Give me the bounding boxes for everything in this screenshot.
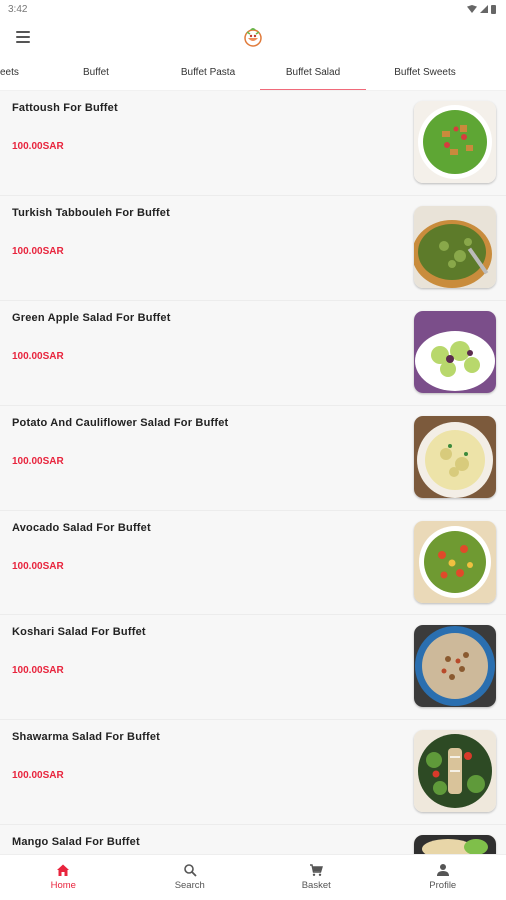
tab-buffet-salad[interactable]: Buffet Salad bbox=[260, 58, 366, 90]
avocado-salad-photo[interactable] bbox=[414, 520, 496, 603]
tab-sweets-partial[interactable]: eets bbox=[0, 58, 36, 90]
wifi-icon bbox=[467, 5, 477, 13]
product-card[interactable]: Mango Salad For Buffet bbox=[0, 825, 506, 854]
mango-salad-photo[interactable] bbox=[414, 835, 496, 854]
potato-salad-photo[interactable] bbox=[414, 415, 496, 498]
product-card[interactable]: Green Apple Salad For Buffet 100.00SAR bbox=[0, 301, 506, 406]
search-icon bbox=[183, 863, 197, 877]
product-card[interactable]: Fattoush For Buffet 100.00SAR bbox=[0, 91, 506, 196]
nav-profile[interactable]: Profile bbox=[380, 855, 506, 900]
category-tabs: eets Buffet Buffet Pasta Buffet Salad Buffet… bbox=[0, 58, 506, 91]
profile-icon bbox=[436, 863, 450, 877]
product-name: Green Apple Salad For Buffet bbox=[12, 311, 171, 324]
status-bar: 3:42 bbox=[0, 0, 506, 18]
nav-label: Profile bbox=[429, 880, 457, 891]
status-icons bbox=[467, 4, 496, 14]
nav-basket[interactable]: Basket bbox=[253, 855, 380, 900]
koshari-salad-photo[interactable] bbox=[414, 625, 496, 708]
product-card[interactable]: Turkish Tabbouleh For Buffet 100.00SAR bbox=[0, 196, 506, 301]
tab-buffet[interactable]: Buffet bbox=[36, 58, 156, 90]
product-name: Koshari Salad For Buffet bbox=[12, 626, 146, 639]
product-price: 100.00SAR bbox=[12, 245, 64, 257]
shawarma-salad-photo[interactable] bbox=[414, 730, 496, 813]
product-name: Mango Salad For Buffet bbox=[12, 836, 140, 849]
product-card[interactable]: Avocado Salad For Buffet 100.00SAR bbox=[0, 511, 506, 616]
product-card[interactable]: Potato And Cauliflower Salad For Buffet 1… bbox=[0, 406, 506, 511]
nav-label: Basket bbox=[301, 880, 331, 891]
product-list: Fattoush For Buffet 100.00SAR Turkish Tabb… bbox=[0, 91, 506, 854]
menu-icon[interactable] bbox=[16, 31, 30, 43]
tab-buffet-sweets[interactable]: Buffet Sweets bbox=[366, 58, 484, 90]
nav-search[interactable]: Search bbox=[127, 855, 254, 900]
product-name: Avocado Salad For Buffet bbox=[12, 521, 151, 534]
product-name: Turkish Tabbouleh For Buffet bbox=[12, 206, 170, 219]
bottom-nav: Home Search Basket Profile bbox=[0, 854, 506, 900]
cart-icon bbox=[309, 863, 324, 877]
home-icon bbox=[56, 863, 70, 877]
tabbouleh-photo[interactable] bbox=[414, 205, 496, 288]
app-logo bbox=[244, 28, 262, 47]
fattoush-salad-photo[interactable] bbox=[414, 101, 496, 183]
product-price: 100.00SAR bbox=[12, 141, 64, 152]
product-card[interactable]: Koshari Salad For Buffet 100.00SAR bbox=[0, 615, 506, 721]
nav-home[interactable]: Home bbox=[0, 855, 127, 900]
signal-icon bbox=[480, 5, 488, 13]
nav-label: Search bbox=[174, 880, 205, 891]
product-name: Shawarma Salad For Buffet bbox=[12, 731, 161, 744]
product-price: 100.00SAR bbox=[12, 560, 64, 572]
green-apple-salad-photo[interactable] bbox=[414, 310, 496, 393]
app-bar bbox=[0, 18, 506, 58]
product-price: 100.00SAR bbox=[12, 665, 64, 677]
product-name: Potato And Cauliflower Salad For Buffet bbox=[12, 416, 229, 429]
status-time: 3:42 bbox=[8, 3, 28, 15]
battery-icon bbox=[491, 4, 496, 14]
product-price: 100.00SAR bbox=[12, 770, 64, 782]
tab-buffet-pasta[interactable]: Buffet Pasta bbox=[156, 58, 260, 90]
product-name: Fattoush For Buffet bbox=[12, 102, 118, 114]
product-price: 100.00SAR bbox=[12, 350, 64, 362]
product-card[interactable]: Shawarma Salad For Buffet 100.00SAR bbox=[0, 720, 506, 826]
nav-label: Home bbox=[50, 880, 76, 891]
product-price: 100.00SAR bbox=[12, 455, 64, 467]
